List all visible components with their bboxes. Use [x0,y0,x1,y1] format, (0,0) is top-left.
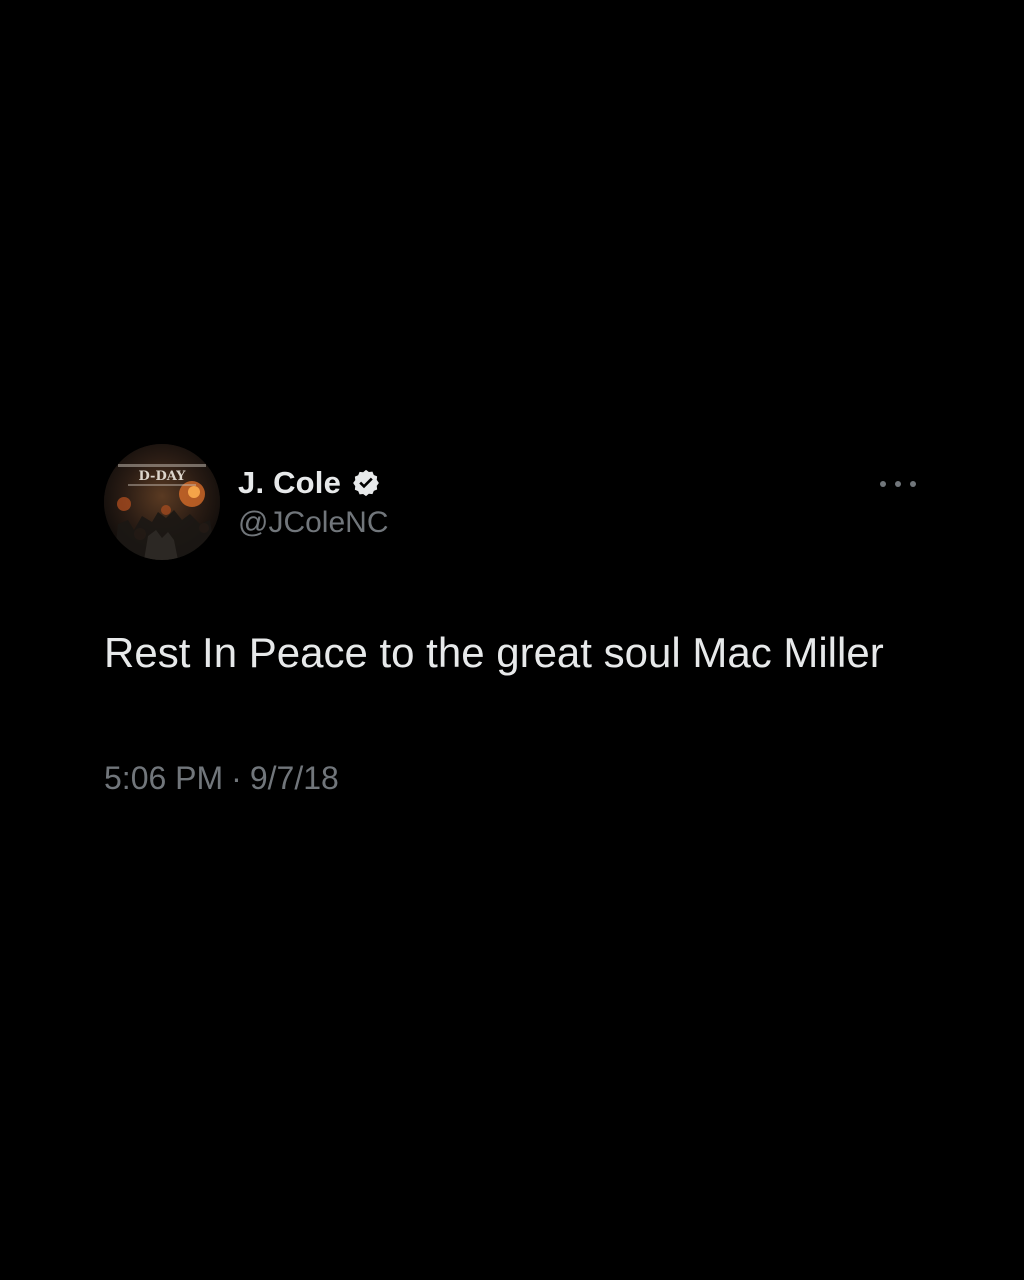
tweet-card: D-DAY J. Cole @JColeNC Rest In Peace to … [104,444,916,797]
more-dot [910,481,916,487]
tweet-header: D-DAY J. Cole @JColeNC [104,444,916,562]
tweet-date: 9/7/18 [249,760,339,796]
tweet-text: Rest In Peace to the great soul Mac Mill… [104,629,884,676]
display-name[interactable]: J. Cole [238,465,341,501]
more-dot [895,481,901,487]
avatar[interactable]: D-DAY [104,444,220,560]
author-handle[interactable]: @JColeNC [238,506,388,540]
display-name-row: J. Cole [238,464,388,502]
tweet-time: 5:06 PM [104,760,224,796]
avatar-image: D-DAY [104,444,220,560]
author-names: J. Cole @JColeNC [238,464,388,540]
tweet-timestamp[interactable]: 5:06 PM · 9/7/18 [104,760,916,797]
avatar-badge-text: D-DAY [139,469,187,484]
verified-badge-icon [351,468,381,498]
more-options-icon[interactable] [880,474,916,494]
timestamp-separator: · [231,760,242,796]
more-dot [880,481,886,487]
